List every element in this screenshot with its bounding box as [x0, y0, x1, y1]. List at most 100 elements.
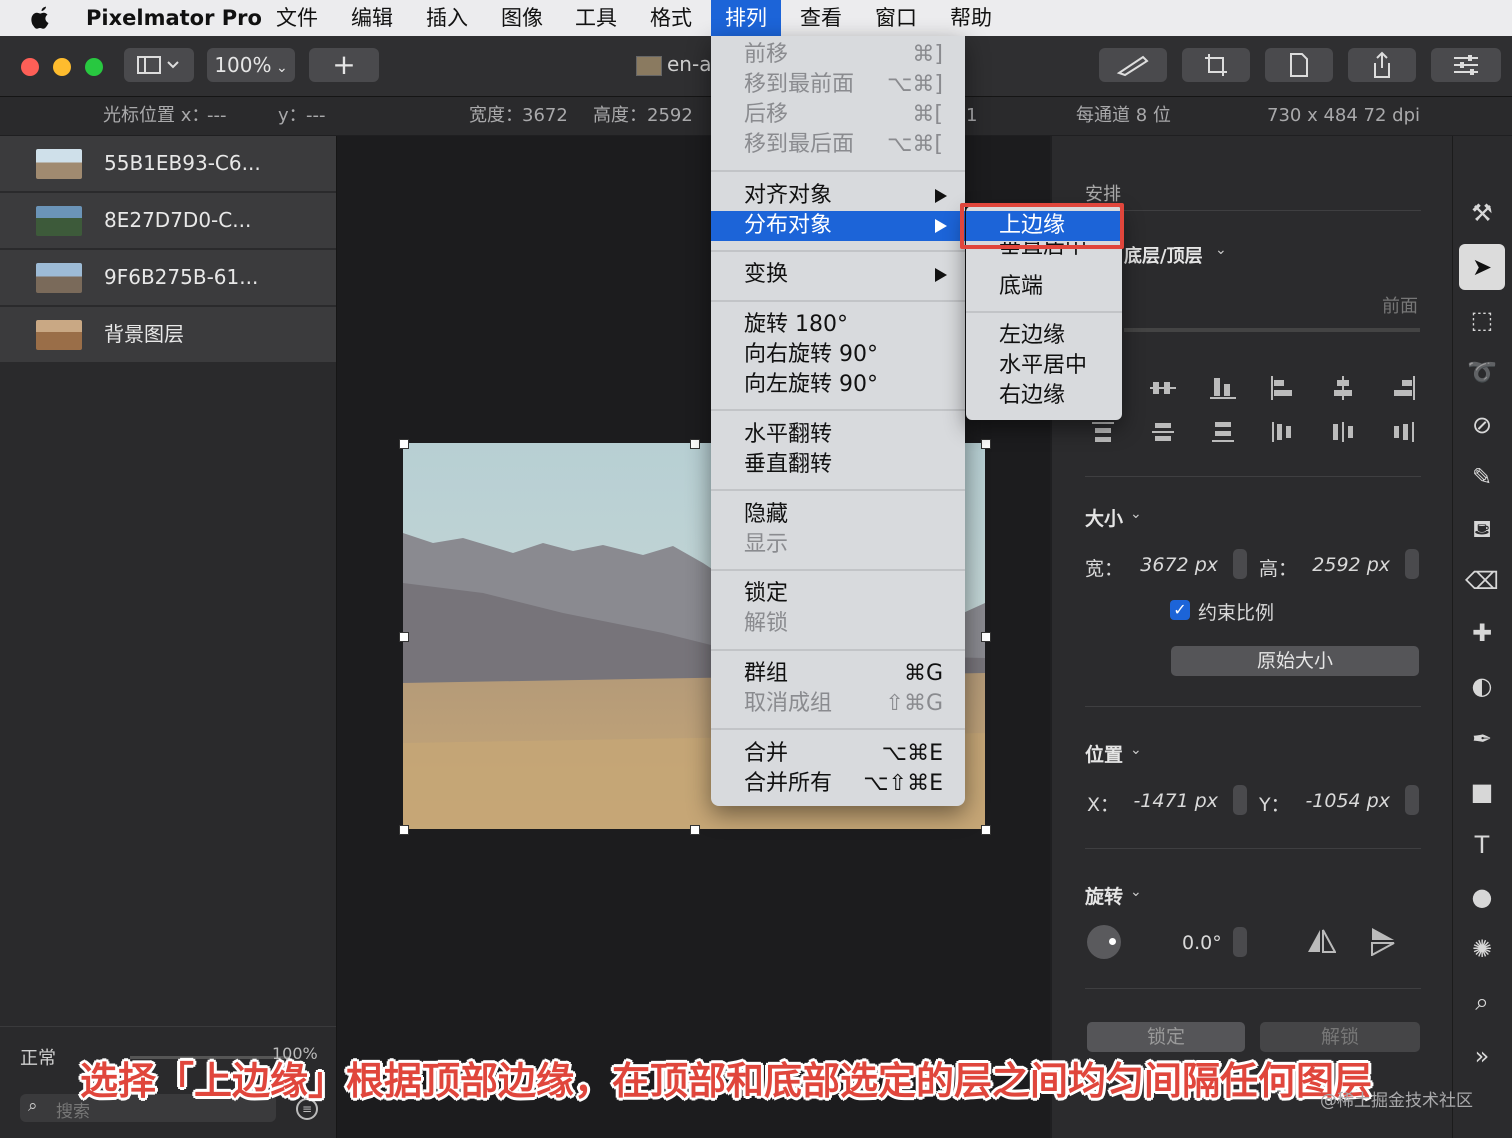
- menu-help[interactable]: 帮助: [950, 0, 992, 36]
- original-size-button[interactable]: 原始大小: [1171, 646, 1419, 676]
- submenu-item-left-edge[interactable]: 左边缘: [966, 321, 1122, 351]
- brush-tool-button[interactable]: [1099, 48, 1167, 82]
- distribute-vcenter-icon[interactable]: [1150, 420, 1176, 444]
- height-field[interactable]: 2592 px: [1302, 554, 1390, 576]
- distribute-left-icon[interactable]: [1270, 420, 1296, 444]
- minimize-window-button[interactable]: [53, 58, 71, 76]
- menu-item-send-to-back[interactable]: 移到最后面 ⌥⌘[: [711, 130, 965, 160]
- close-window-button[interactable]: [21, 58, 39, 76]
- menu-item-send-backward[interactable]: 后移 ⌘[: [711, 100, 965, 130]
- width-stepper[interactable]: [1233, 549, 1247, 579]
- zoom-window-button[interactable]: [85, 58, 103, 76]
- apple-icon[interactable]: [30, 6, 52, 30]
- align-left-icon[interactable]: [1270, 376, 1296, 400]
- menu-item-ungroup[interactable]: 取消成组 ⇧⌘G: [711, 689, 965, 719]
- more-tools-icon[interactable]: »: [1459, 1033, 1505, 1079]
- paint-brush-tool-icon[interactable]: ✎: [1459, 454, 1505, 500]
- resize-handle[interactable]: [981, 825, 991, 835]
- crop-button[interactable]: [1182, 48, 1250, 82]
- flip-horizontal-icon[interactable]: [1306, 928, 1336, 954]
- layer-order-select[interactable]: 底层/顶层: [1124, 242, 1203, 268]
- menu-arrange[interactable]: 排列: [711, 0, 781, 36]
- menu-item-merge[interactable]: 合并 ⌥⌘E: [711, 739, 965, 769]
- shape-tool-icon[interactable]: ■: [1459, 769, 1505, 815]
- menu-item-transform[interactable]: 变换: [711, 260, 965, 290]
- layer-row[interactable]: 背景图层: [0, 307, 336, 364]
- menu-tools[interactable]: 工具: [575, 0, 617, 36]
- repair-tool-icon[interactable]: ✚: [1459, 610, 1505, 656]
- add-button[interactable]: +: [309, 48, 379, 82]
- flip-vertical-icon[interactable]: [1370, 926, 1396, 956]
- menu-format[interactable]: 格式: [650, 0, 692, 36]
- layer-row[interactable]: 8E27D7D0-C...: [0, 193, 336, 250]
- color-picker-tool-icon[interactable]: ⊘: [1459, 402, 1505, 448]
- eraser-tool-icon[interactable]: ⌫: [1459, 558, 1505, 604]
- resize-handle[interactable]: [399, 825, 409, 835]
- resize-handle[interactable]: [981, 632, 991, 642]
- align-center-horizontal-icon[interactable]: [1330, 376, 1356, 400]
- effects-tool-icon[interactable]: ◐: [1459, 663, 1505, 709]
- menu-file[interactable]: 文件: [276, 0, 318, 36]
- menu-item-merge-all[interactable]: 合并所有 ⌥⇧⌘E: [711, 769, 965, 799]
- resize-handle[interactable]: [690, 439, 700, 449]
- selection-tool-icon[interactable]: ⬚: [1459, 297, 1505, 343]
- constrain-checkbox[interactable]: ✓: [1170, 600, 1190, 620]
- rotation-dial[interactable]: [1087, 925, 1121, 959]
- menu-item-show[interactable]: 显示: [711, 530, 965, 560]
- menu-item-bring-forward[interactable]: 前移 ⌘]: [711, 40, 965, 70]
- align-center-vertical-icon[interactable]: [1150, 376, 1176, 400]
- paint-bucket-tool-icon[interactable]: ⛾: [1459, 506, 1505, 552]
- order-slider[interactable]: [1124, 328, 1420, 332]
- distort-tool-icon[interactable]: ✺: [1459, 926, 1505, 972]
- pen-tool-icon[interactable]: ✒: [1459, 716, 1505, 762]
- color-adjust-tool-icon[interactable]: ●: [1459, 874, 1505, 920]
- menu-item-unlock[interactable]: 解锁: [711, 609, 965, 639]
- x-stepper[interactable]: [1233, 785, 1247, 815]
- distribute-right-icon[interactable]: [1390, 420, 1416, 444]
- style-tool-icon[interactable]: ⚒: [1459, 190, 1505, 236]
- height-stepper[interactable]: [1405, 549, 1419, 579]
- zoom-tool-icon[interactable]: ⌕: [1459, 979, 1505, 1025]
- adjustments-button[interactable]: [1431, 48, 1501, 82]
- rotation-stepper[interactable]: [1233, 927, 1247, 957]
- sidebar-toggle-button[interactable]: [124, 48, 194, 82]
- rotation-field[interactable]: 0.0°: [1182, 932, 1222, 954]
- distribute-bottom-icon[interactable]: [1210, 420, 1236, 444]
- submenu-item-horizontal-center[interactable]: 水平居中: [966, 351, 1122, 381]
- menu-edit[interactable]: 编辑: [351, 0, 393, 36]
- document-button[interactable]: [1265, 48, 1333, 82]
- resize-handle[interactable]: [399, 439, 409, 449]
- menu-window[interactable]: 窗口: [875, 0, 917, 36]
- submenu-item-right-edge[interactable]: 右边缘: [966, 381, 1122, 411]
- menu-item-rotate-right[interactable]: 向右旋转 90°: [711, 340, 965, 370]
- app-name-menu[interactable]: Pixelmator Pro: [86, 0, 262, 36]
- y-field[interactable]: -1054 px: [1302, 790, 1390, 812]
- resize-handle[interactable]: [690, 825, 700, 835]
- y-stepper[interactable]: [1405, 785, 1419, 815]
- menu-item-rotate-180[interactable]: 旋转 180°: [711, 310, 965, 340]
- width-field[interactable]: 3672 px: [1134, 554, 1218, 576]
- menu-item-flip-vertical[interactable]: 垂直翻转: [711, 450, 965, 480]
- menu-item-distribute-objects[interactable]: 分布对象: [711, 211, 965, 241]
- menu-image[interactable]: 图像: [501, 0, 543, 36]
- align-bottom-icon[interactable]: [1210, 376, 1236, 400]
- distribute-hcenter-icon[interactable]: [1330, 420, 1356, 444]
- resize-handle[interactable]: [399, 632, 409, 642]
- menu-item-bring-to-front[interactable]: 移到最前面 ⌥⌘]: [711, 70, 965, 100]
- menu-item-group[interactable]: 群组 ⌘G: [711, 659, 965, 689]
- layer-row[interactable]: 55B1EB93-C6...: [0, 136, 336, 193]
- menu-item-lock[interactable]: 锁定: [711, 579, 965, 609]
- menu-item-flip-horizontal[interactable]: 水平翻转: [711, 420, 965, 450]
- menu-item-align-objects[interactable]: 对齐对象: [711, 181, 965, 211]
- menu-item-rotate-left[interactable]: 向左旋转 90°: [711, 370, 965, 400]
- blend-mode-select[interactable]: 正常: [20, 1044, 56, 1070]
- submenu-item-bottom[interactable]: 底端: [966, 272, 1122, 302]
- lasso-tool-icon[interactable]: ➰: [1459, 349, 1505, 395]
- x-field[interactable]: -1471 px: [1132, 790, 1218, 812]
- share-button[interactable]: [1348, 48, 1416, 82]
- zoom-select[interactable]: 100% ⌄: [207, 48, 295, 82]
- layer-row[interactable]: 9F6B275B-61...: [0, 250, 336, 307]
- menu-insert[interactable]: 插入: [426, 0, 468, 36]
- menu-view[interactable]: 查看: [800, 0, 842, 36]
- lock-button[interactable]: 锁定: [1087, 1022, 1245, 1052]
